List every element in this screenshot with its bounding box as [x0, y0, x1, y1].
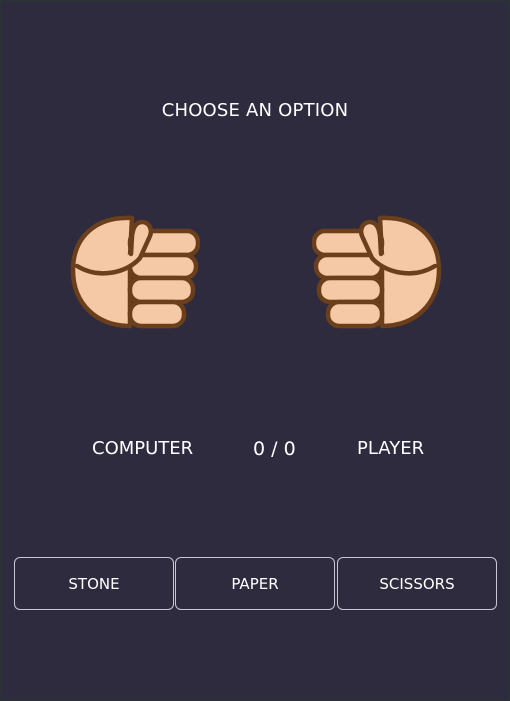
- player-fist-icon: [312, 215, 442, 329]
- computer-label: COMPUTER: [92, 438, 194, 459]
- choice-buttons: STONE PAPER SCISSORS: [14, 557, 500, 612]
- computer-fist-icon: [70, 215, 200, 329]
- game-screen: CHOOSE AN OPTION COMPUTER 0 / 0 PLAYER S…: [2, 2, 508, 699]
- stone-button[interactable]: STONE: [14, 557, 174, 610]
- paper-button[interactable]: PAPER: [175, 557, 335, 610]
- scissors-button[interactable]: SCISSORS: [337, 557, 497, 610]
- prompt-title: CHOOSE AN OPTION: [161, 100, 349, 121]
- score-display: 0 / 0: [253, 438, 296, 460]
- player-label: PLAYER: [357, 438, 425, 459]
- scoreboard: COMPUTER 0 / 0 PLAYER: [2, 438, 508, 464]
